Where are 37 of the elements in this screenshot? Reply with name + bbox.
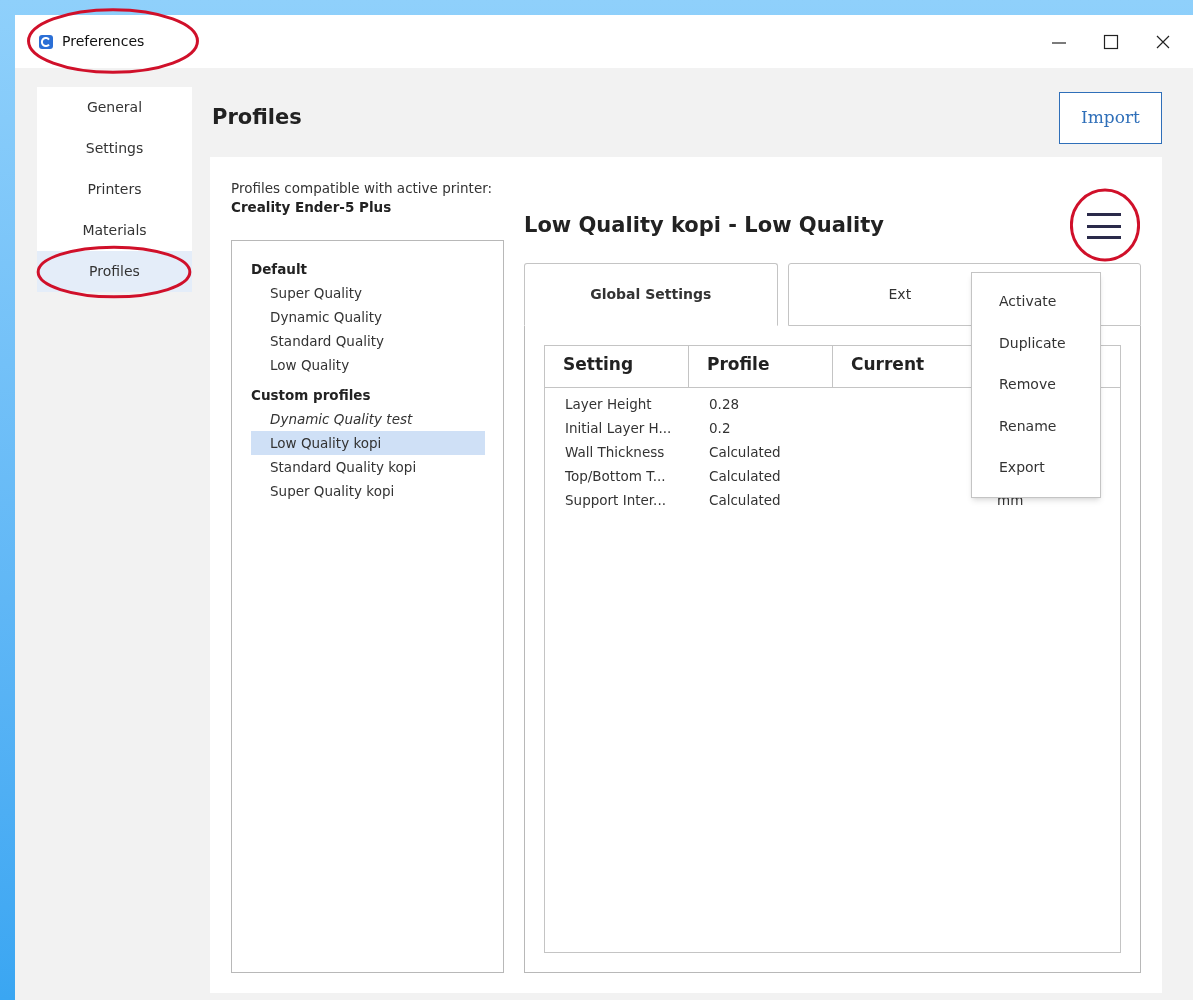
import-button[interactable]: Import [1059,91,1162,144]
group-heading: Default [251,260,308,279]
profile-title: Low Quality kopi - Low Quality [524,212,884,240]
table-cell-text: Calculated [708,466,782,486]
table-cell-text: Wall Thickness [564,442,666,462]
menu-item[interactable]: Export [972,447,1100,489]
app-logo-icon [38,33,54,50]
profile-item[interactable]: Low Quality [251,353,485,377]
page-title: Profiles [212,103,302,131]
sidebar-item[interactable]: Profiles [37,251,192,292]
close-icon[interactable] [1155,33,1171,50]
column-header: Profile [689,346,833,387]
maximize-icon[interactable] [1103,33,1119,50]
profile-item[interactable]: Super Quality kopi [251,479,485,503]
group-heading: Custom profiles [251,386,371,405]
profile-item[interactable]: Low Quality kopi [251,431,485,455]
table-cell-text: Calculated [708,490,782,510]
column-header: Setting [545,346,689,387]
profile-item[interactable]: Dynamic Quality [251,305,485,329]
tab[interactable]: Global Settings [524,263,778,326]
menu-item[interactable]: Rename [972,405,1100,447]
table-cell-text: Initial Layer H... [564,418,673,438]
profile-item[interactable]: Standard Quality [251,329,485,353]
window-title: Preferences [62,32,145,51]
profile-item[interactable]: Dynamic Quality test [251,407,485,431]
table-cell-text: 0.28 [708,394,741,414]
menu-icon[interactable] [1087,211,1121,241]
table-cell-text: Support Inter... [564,490,667,510]
compatible-caption: Profiles compatible with active printer: [231,179,493,198]
table-cell-text: Calculated [708,442,782,462]
profile-item[interactable]: Standard Quality kopi [251,455,485,479]
table-cell-text: 0.2 [708,418,732,438]
table-cell-text: Top/Bottom T... [564,466,667,486]
table-cell-text: Layer Height [564,394,653,414]
profile-item[interactable]: Super Quality [251,281,485,305]
printer-name: Creality Ender-5 Plus [231,198,393,217]
menu-item[interactable]: Activate [972,281,1100,323]
